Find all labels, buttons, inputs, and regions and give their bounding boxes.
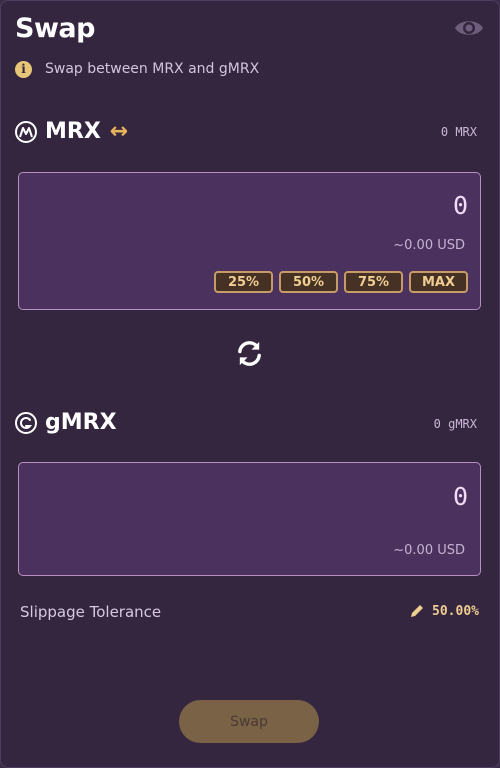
- from-usd-value: ~0.00 USD: [393, 238, 465, 253]
- to-amount-input[interactable]: 0: [453, 482, 468, 511]
- quick-amount-buttons: 25% 50% 75% MAX: [214, 271, 468, 293]
- to-token-row: gMRX: [15, 410, 117, 435]
- swap-button[interactable]: Swap: [179, 700, 319, 743]
- max-button[interactable]: MAX: [409, 271, 468, 293]
- swap-panel: Swap i Swap between MRX and gMRX MRX ↔ 0…: [0, 0, 500, 768]
- from-balance: 0 MRX: [440, 125, 477, 139]
- to-token-name: gMRX: [45, 410, 117, 435]
- eye-icon[interactable]: [453, 17, 485, 39]
- left-right-arrow-icon[interactable]: ↔: [110, 120, 128, 143]
- refresh-icon[interactable]: [234, 338, 265, 369]
- 75-percent-button[interactable]: 75%: [344, 271, 403, 293]
- slippage-value-row[interactable]: 50.00%: [409, 603, 479, 619]
- info-row: i Swap between MRX and gMRX: [15, 59, 259, 79]
- to-balance: 0 gMRX: [433, 417, 477, 431]
- gmrx-logo-icon: [15, 411, 37, 434]
- from-amount-input[interactable]: 0: [453, 191, 468, 220]
- to-amount-box[interactable]: 0 ~0.00 USD: [18, 462, 481, 576]
- page-title: Swap: [15, 13, 95, 44]
- pencil-icon[interactable]: [409, 603, 425, 619]
- from-token-name: MRX: [45, 119, 101, 144]
- info-icon: i: [15, 60, 32, 78]
- mrx-logo-icon: [15, 120, 37, 143]
- to-usd-value: ~0.00 USD: [393, 543, 465, 558]
- 25-percent-button[interactable]: 25%: [214, 271, 273, 293]
- from-amount-box[interactable]: 0 ~0.00 USD 25% 50% 75% MAX: [18, 172, 481, 310]
- from-token-row: MRX ↔: [15, 119, 128, 144]
- slippage-value[interactable]: 50.00%: [432, 604, 479, 619]
- 50-percent-button[interactable]: 50%: [279, 271, 338, 293]
- slippage-label: Slippage Tolerance: [20, 603, 162, 621]
- info-text: Swap between MRX and gMRX: [45, 61, 260, 77]
